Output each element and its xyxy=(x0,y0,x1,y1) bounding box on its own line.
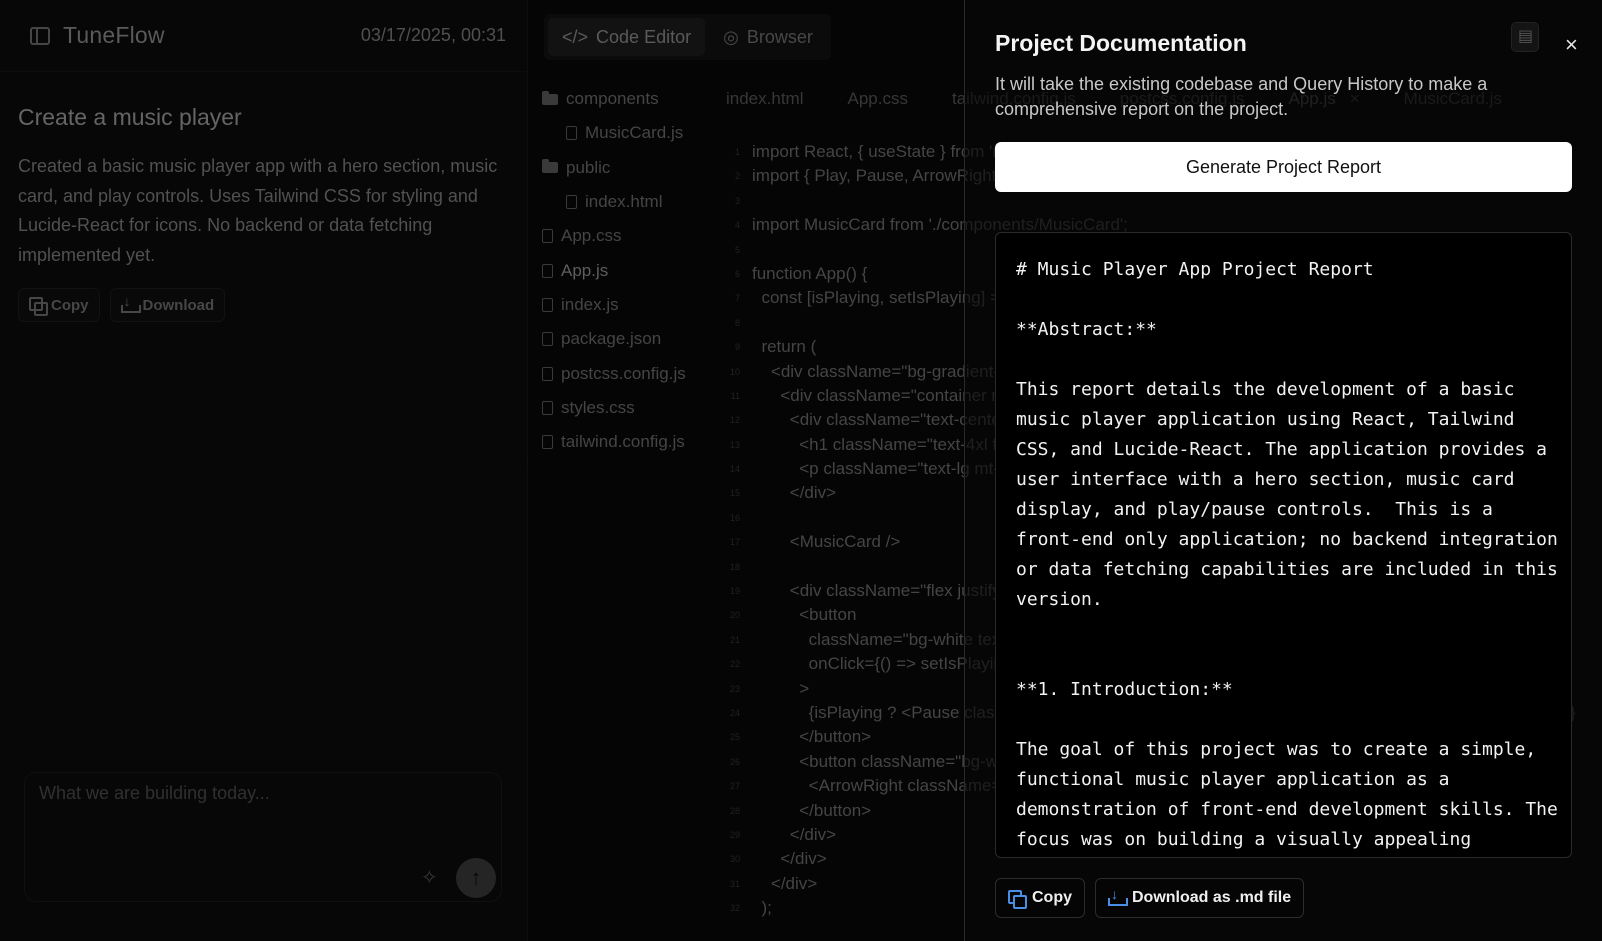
doc-description: It will take the existing codebase and Q… xyxy=(995,74,1488,119)
report-text: # Music Player App Project Report **Abst… xyxy=(1016,259,1558,850)
doc-actions: Copy Download as .md file xyxy=(995,878,1305,918)
report-download-button[interactable]: Download as .md file xyxy=(1095,878,1305,918)
report-download-label: Download as .md file xyxy=(1132,889,1292,906)
report-copy-button[interactable]: Copy xyxy=(995,878,1085,918)
doc-title: Project Documentation xyxy=(995,30,1247,56)
close-icon[interactable]: × xyxy=(1565,34,1578,56)
report-output[interactable]: # Music Player App Project Report **Abst… xyxy=(995,232,1572,858)
copy-icon xyxy=(1008,890,1027,909)
app-root: TuneFlow 03/17/2025, 00:31 Create a musi… xyxy=(0,0,1602,941)
download-icon xyxy=(1108,886,1128,906)
documentation-panel: Project Documentation × It will take the… xyxy=(964,0,1602,941)
report-copy-label: Copy xyxy=(1032,889,1072,906)
generate-report-button[interactable]: Generate Project Report xyxy=(995,142,1572,192)
notes-icon xyxy=(1511,22,1539,52)
